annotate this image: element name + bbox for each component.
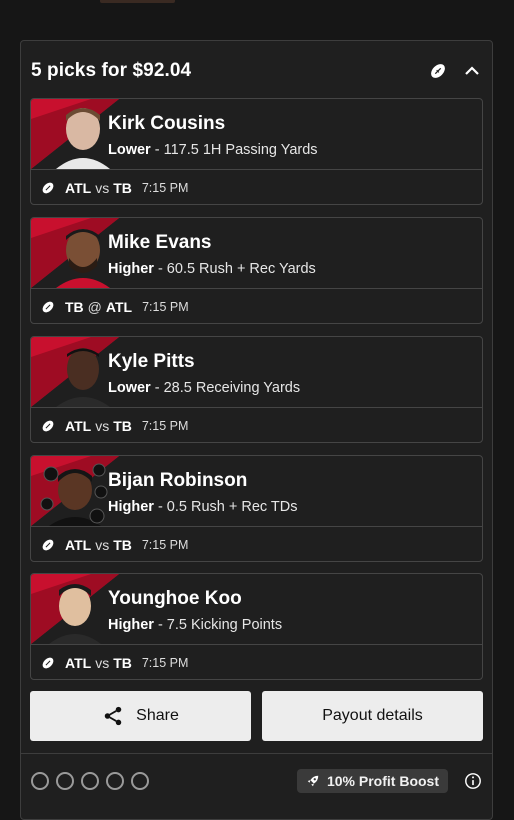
team-b: TB (113, 537, 132, 553)
matchup-row: ATL vs TB 7:15 PM (41, 527, 472, 561)
player-name: Bijan Robinson (108, 470, 248, 491)
pick-top: Younghoe Koo Higher - 7.5 Kicking Points (31, 574, 482, 644)
team-a: ATL (65, 537, 92, 553)
game-time: 7:15 PM (141, 419, 189, 433)
player-avatar (31, 337, 119, 407)
player-avatar (31, 456, 119, 526)
team-b: TB (113, 655, 132, 671)
matchup-sep: vs (95, 655, 110, 671)
slot-dot (56, 772, 74, 790)
football-icon (428, 61, 448, 81)
pick-stat: - 28.5 Receiving Yards (154, 380, 301, 396)
pick-direction: Higher (108, 261, 154, 277)
player-name: Younghoe Koo (108, 588, 242, 609)
player-name: Mike Evans (108, 232, 212, 253)
pick-top: Kyle Pitts Lower - 28.5 Receiving Yards (31, 337, 482, 407)
pick-stat: - 0.5 Rush + Rec TDs (157, 499, 298, 515)
share-label: Share (136, 707, 179, 724)
game-time: 7:15 PM (141, 656, 189, 670)
team-a: ATL (65, 418, 92, 434)
player-avatar (31, 574, 119, 644)
card-title: 5 picks for $92.04 (31, 60, 192, 81)
pick-direction: Higher (108, 617, 154, 633)
matchup-row: ATL vs TB 7:15 PM (41, 645, 472, 679)
pick-top: Bijan Robinson Higher - 0.5 Rush + Rec T… (31, 456, 482, 526)
football-icon (42, 182, 54, 194)
pick-stat: - 7.5 Kicking Points (157, 617, 283, 633)
team-a: TB (65, 299, 84, 315)
pick-line: Higher - 0.5 Rush + Rec TDs (108, 499, 298, 515)
pick-top: Kirk Cousins Lower - 117.5 1H Passing Ya… (31, 99, 482, 169)
football-icon (42, 420, 54, 432)
matchup-sep: vs (95, 537, 110, 553)
pick-card[interactable]: Mike Evans Higher - 60.5 Rush + Rec Yard… (30, 217, 483, 324)
pick-line: Lower - 28.5 Receiving Yards (108, 380, 300, 396)
football-icon (42, 657, 54, 669)
profit-boost-label: 10% Profit Boost (326, 773, 439, 789)
divider (21, 753, 492, 754)
game-time: 7:15 PM (141, 181, 189, 195)
pick-line: Higher - 7.5 Kicking Points (108, 617, 282, 633)
player-name: Kirk Cousins (108, 113, 226, 134)
pick-direction: Higher (108, 499, 154, 515)
team-b: ATL (105, 299, 133, 315)
game-time: 7:15 PM (141, 538, 189, 552)
top-strip (100, 0, 175, 3)
pick-card[interactable]: Younghoe Koo Higher - 7.5 Kicking Points… (30, 573, 483, 680)
pick-line: Lower - 117.5 1H Passing Yards (108, 142, 318, 158)
team-a: ATL (65, 655, 92, 671)
team-a: ATL (65, 180, 92, 196)
slot-dot (81, 772, 99, 790)
slot-dot (131, 772, 149, 790)
matchup-sep: vs (95, 180, 110, 196)
slot-dot (106, 772, 124, 790)
football-icon (42, 301, 54, 313)
pick-direction: Lower (108, 142, 151, 158)
slot-dot (31, 772, 49, 790)
player-name: Kyle Pitts (108, 351, 195, 372)
matchup-sep: vs (95, 418, 110, 434)
card-header: 5 picks for $92.04 (31, 58, 482, 84)
player-avatar (31, 218, 119, 288)
header-icons (428, 61, 482, 81)
team-b: TB (113, 180, 132, 196)
matchup-row: ATL vs TB 7:15 PM (41, 170, 472, 204)
game-time: 7:15 PM (142, 300, 189, 314)
footer: 10% Profit Boost (31, 766, 482, 796)
info-icon[interactable] (464, 772, 482, 790)
share-icon (104, 706, 122, 726)
matchup-row: ATL vs TB 7:15 PM (41, 408, 472, 442)
pick-card[interactable]: Bijan Robinson Higher - 0.5 Rush + Rec T… (30, 455, 483, 562)
pick-direction: Lower (108, 380, 151, 396)
payout-details-button[interactable]: Payout details (262, 691, 483, 741)
pick-stat: - 60.5 Rush + Rec Yards (157, 261, 316, 277)
team-b: TB (113, 418, 132, 434)
share-button[interactable]: Share (30, 691, 251, 741)
picks-card: 5 picks for $92.04 Kirk Cousins Lower - … (20, 40, 493, 820)
pick-card[interactable]: Kyle Pitts Lower - 28.5 Receiving Yards … (30, 336, 483, 443)
pick-slot-indicators (31, 772, 149, 790)
pick-card[interactable]: Kirk Cousins Lower - 117.5 1H Passing Ya… (30, 98, 483, 205)
profit-boost-badge[interactable]: 10% Profit Boost (296, 769, 448, 793)
pick-stat: - 117.5 1H Passing Yards (154, 142, 318, 158)
matchup-sep: @ (87, 299, 102, 315)
payout-label: Payout details (322, 707, 423, 724)
matchup-row: TB @ ATL 7:15 PM (41, 289, 472, 323)
chevron-up-icon[interactable] (462, 61, 482, 81)
football-icon (42, 539, 54, 551)
player-avatar (31, 99, 119, 169)
rocket-icon (307, 775, 319, 787)
pick-line: Higher - 60.5 Rush + Rec Yards (108, 261, 316, 277)
pick-top: Mike Evans Higher - 60.5 Rush + Rec Yard… (31, 218, 482, 288)
